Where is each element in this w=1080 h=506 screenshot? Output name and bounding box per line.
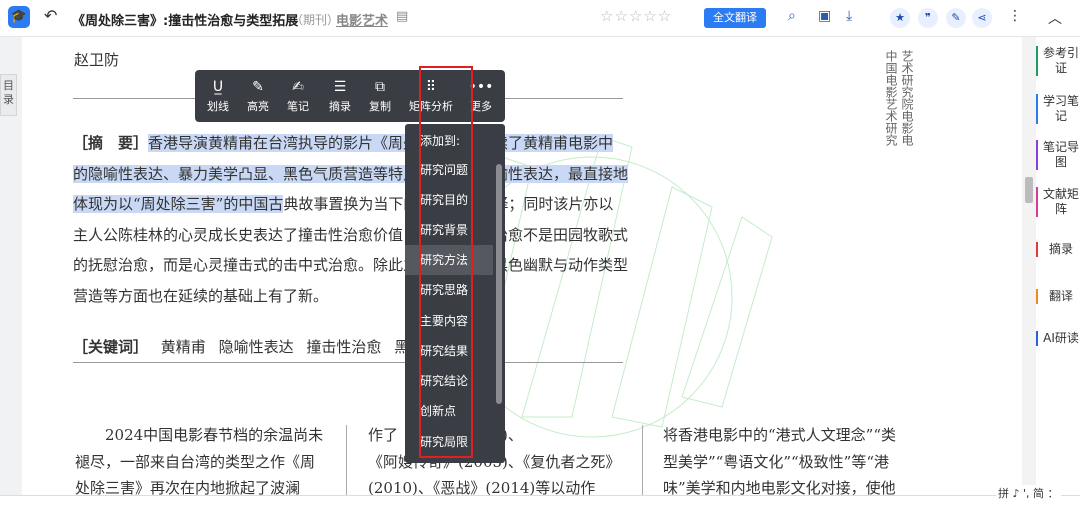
underline-icon: U̲ <box>212 79 224 95</box>
study-notes-tab[interactable]: 学习笔记 <box>1036 94 1080 124</box>
abstract-paragraph[interactable]: ［摘 要］香港导演黄精甫在台湾执导的影片《周处除三害》延续了黄精甫电影中的隐喻性… <box>73 128 629 311</box>
note-icon: ✍ <box>292 79 304 95</box>
edit-note-icon[interactable]: ✎ <box>946 8 966 28</box>
body-line: 褪尽，一部来自台湾的类型之作《周 <box>75 452 316 471</box>
divider <box>73 362 623 363</box>
keyword: 撞击性治愈 <box>306 338 382 356</box>
full-text-translate-button[interactable]: 全文翻译 <box>704 8 766 28</box>
tool-label: 笔记 <box>287 100 309 113</box>
column-divider <box>642 425 643 495</box>
toc-tab[interactable]: 目录 <box>0 74 17 116</box>
excerpt-tab[interactable]: 摘录 <box>1036 242 1080 257</box>
more-menu-icon[interactable]: ⋮ <box>1008 8 1022 24</box>
tool-label: 划线 <box>207 100 229 113</box>
literature-matrix-tab[interactable]: 文献矩阵 <box>1036 187 1080 217</box>
keywords-label: ［关键词］ <box>73 338 149 356</box>
status-bar <box>0 495 1080 506</box>
tool-label: 摘录 <box>329 100 351 113</box>
share-icon[interactable]: ⋖ <box>972 8 992 28</box>
search-icon[interactable]: ⌕ <box>788 8 796 24</box>
affiliation-text: 中国电影艺术研究 <box>884 50 898 146</box>
body-line: 型美学”“粤语文化”“极致性”等“港 <box>663 452 890 471</box>
ai-reading-tab[interactable]: AI研读 <box>1036 331 1080 346</box>
annotation-highlight-box <box>419 66 473 458</box>
body-line: 2024中国电影春节档的余温尚未 <box>105 426 324 444</box>
rating-stars[interactable]: ☆☆☆☆☆ <box>600 7 672 25</box>
note-mindmap-tab[interactable]: 笔记导图 <box>1036 140 1080 170</box>
keywords-line: ［关键词］ 黄精甫 隐喻性表达 撞击性治愈 黑色幽默 <box>73 336 462 357</box>
affiliation-text: 艺术研究院电影电 <box>900 50 914 146</box>
excerpt-button[interactable]: ☰ 摘录 <box>320 78 360 114</box>
underline-button[interactable]: U̲ 划线 <box>198 78 238 114</box>
excerpt-icon: ☰ <box>333 79 347 95</box>
highlight-button[interactable]: ✎ 高亮 <box>238 78 278 114</box>
catalog-list-icon[interactable]: ▤ <box>396 9 408 24</box>
keyword: 黄精甫 <box>160 338 206 356</box>
document-type-label: （期刊） <box>291 13 340 27</box>
quote-icon[interactable]: ❞ <box>918 8 938 28</box>
collapse-up-icon[interactable]: ︿ <box>1048 8 1062 28</box>
body-column-1: 2024中国电影春节档的余温尚未 褪尽，一部来自台湾的类型之作《周 处除三害》再… <box>75 422 323 502</box>
journal-link[interactable]: 电影艺术 <box>336 10 388 29</box>
highlight-pen-icon: ✎ <box>252 79 264 95</box>
tool-label: 高亮 <box>247 100 269 113</box>
top-bar: 🎓 ↶ 《周处除三害》:撞击性治愈与类型拓展 （期刊） 电影艺术 ▤ ☆☆☆☆☆… <box>0 0 1080 37</box>
download-icon[interactable]: ⤓ <box>846 8 852 24</box>
back-arrow-icon[interactable]: ↶ <box>44 6 57 25</box>
reference-citation-tab[interactable]: 参考引证 <box>1036 46 1080 76</box>
body-line: 将香港电影中的“港式人文理念”“类 <box>663 426 897 444</box>
note-button[interactable]: ✍ 笔记 <box>278 78 318 114</box>
author-name: 赵卫防 <box>74 51 120 69</box>
scrollbar-thumb[interactable] <box>1025 177 1033 203</box>
keyword: 隐喻性表达 <box>218 338 294 356</box>
pdf-icon[interactable]: ▣ <box>818 8 831 24</box>
abstract-label: ［摘 要］ <box>73 134 149 152</box>
app-logo-icon[interactable]: 🎓 <box>8 6 30 28</box>
copy-icon: ⧉ <box>375 79 385 95</box>
favorite-star-icon[interactable]: ★ <box>890 8 910 28</box>
body-column-3: 将香港电影中的“港式人文理念”“类 型美学”“粤语文化”“极致性”等“港 味”美… <box>663 422 896 502</box>
tool-label: 复制 <box>369 100 391 113</box>
dropdown-scrollbar[interactable] <box>496 164 502 404</box>
translate-tab[interactable]: 翻译 <box>1036 289 1080 304</box>
column-divider <box>346 425 347 495</box>
ime-indicator[interactable]: 拼 ♪ ', 简 ： <box>996 485 1061 501</box>
right-tool-panel: 参考引证 学习笔记 笔记导图 文献矩阵 摘录 翻译 AI研读 <box>1036 37 1080 495</box>
document-title: 《周处除三害》:撞击性治愈与类型拓展 <box>72 14 299 29</box>
page-scrollbar[interactable] <box>1023 37 1035 495</box>
copy-button[interactable]: ⧉ 复制 <box>360 78 400 114</box>
